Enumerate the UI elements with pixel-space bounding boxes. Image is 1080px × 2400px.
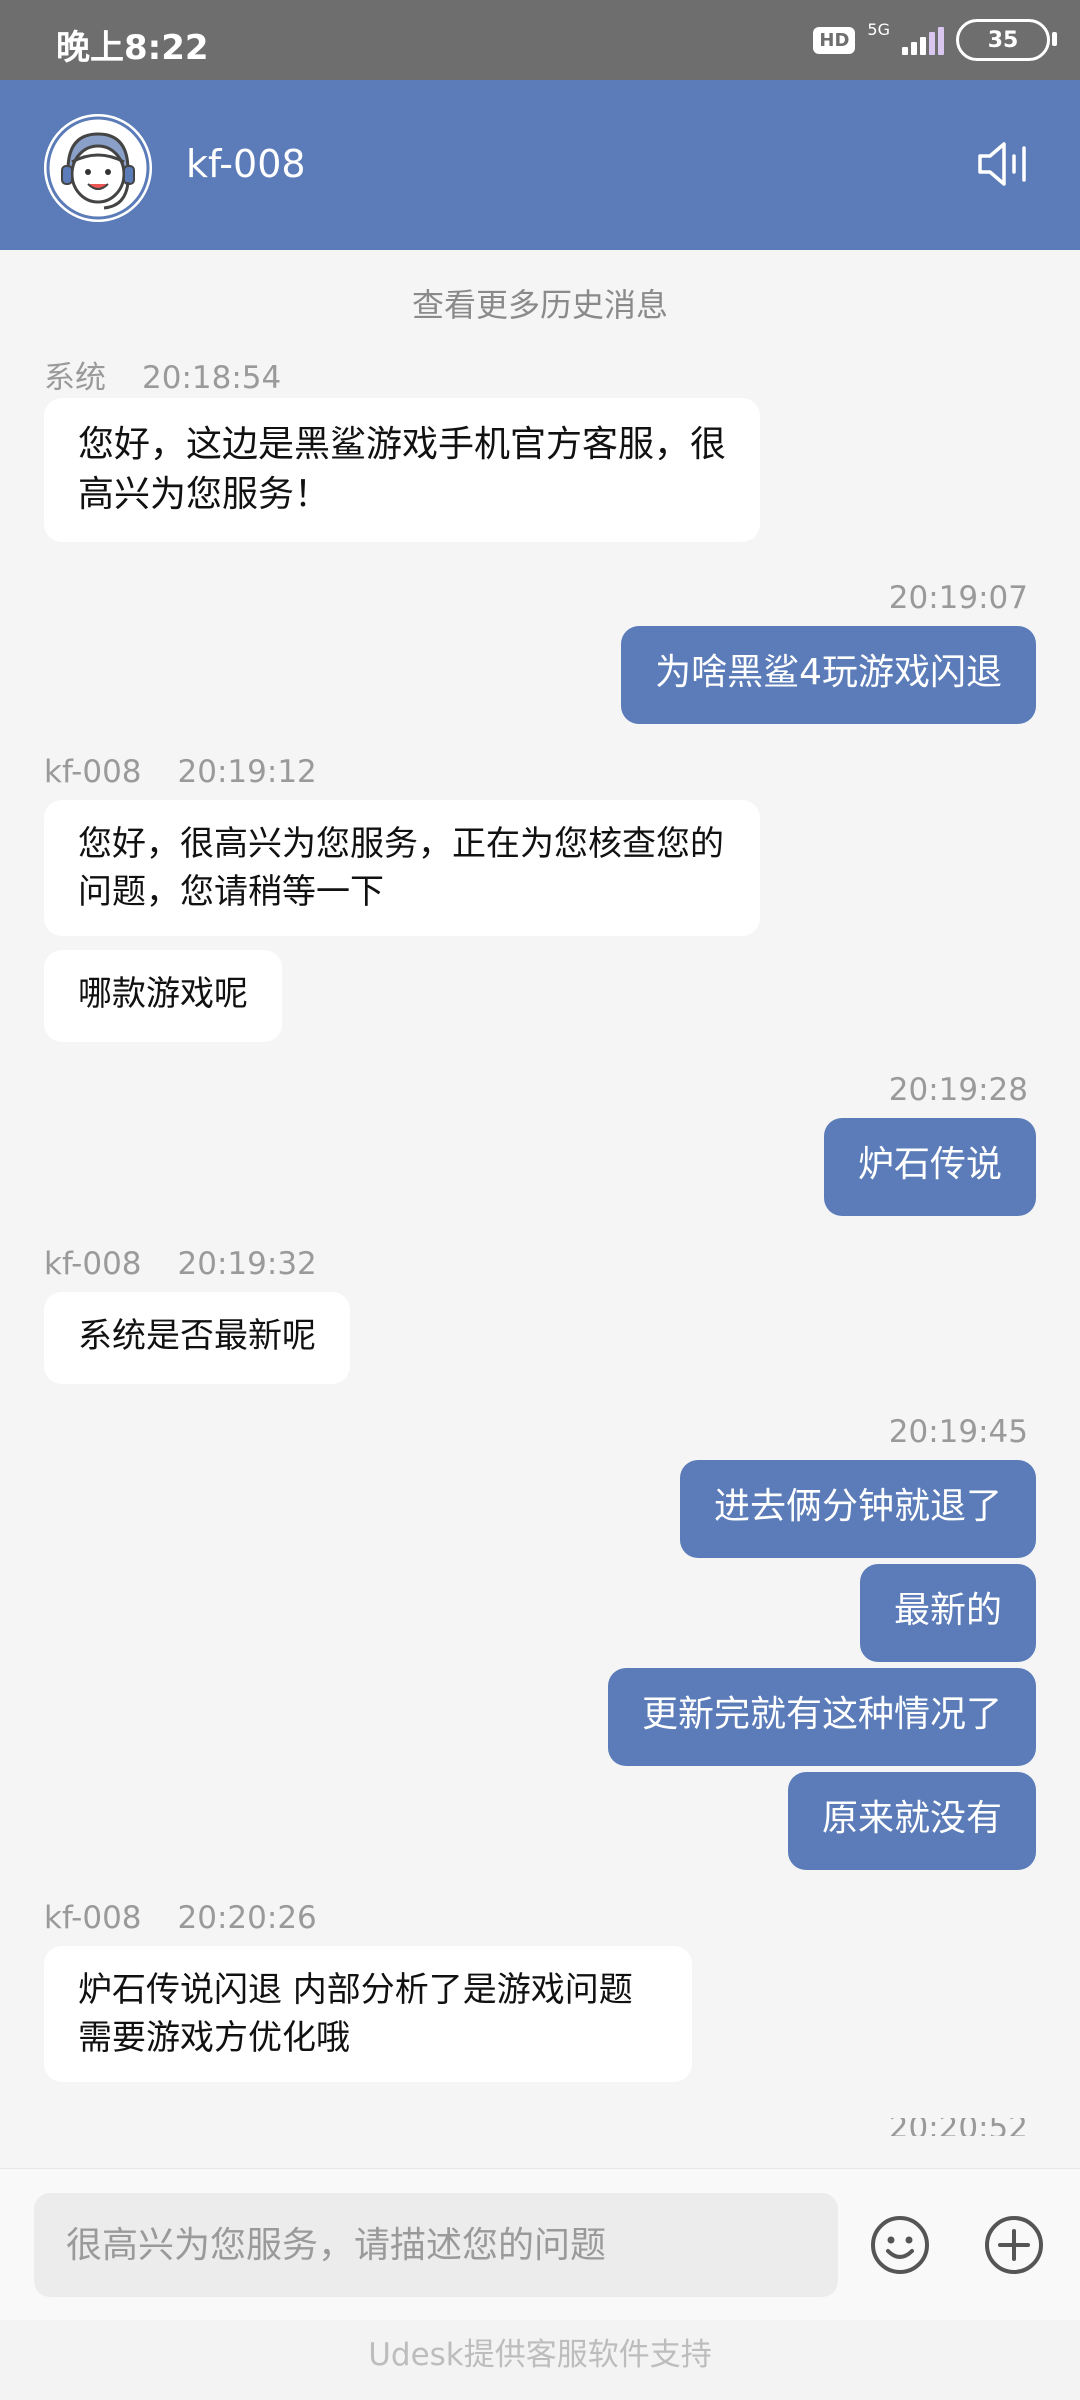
message-time-partial: 20:20:52	[888, 2118, 1028, 2136]
sender-name: kf-008	[44, 754, 142, 790]
user-message: 原来就没有	[787, 1772, 1036, 1870]
speaker-icon[interactable]	[976, 138, 1032, 190]
network-type: 5G	[867, 20, 890, 39]
signal-icon	[902, 25, 944, 55]
agent-message: 您好，这边是黑鲨游戏手机官方客服，很高兴为您服务！	[44, 398, 760, 542]
hd-icon: HD	[813, 26, 856, 54]
user-message: 为啥黑鲨4玩游戏闪退	[621, 626, 1036, 724]
user-message: 炉石传说	[823, 1118, 1036, 1216]
agent-message: 您好，很高兴为您服务，正在为您核查您的问题，您请稍等一下	[44, 800, 760, 936]
message-time: 20:19:28	[888, 1072, 1028, 1108]
chat-header: kf-008	[0, 80, 1080, 250]
message-meta: kf-008 20:20:26	[44, 1900, 317, 1936]
message-time: 20:19:07	[888, 580, 1028, 616]
agent-message: 炉石传说闪退 内部分析了是游戏问题需要游戏方优化哦	[44, 1946, 692, 2082]
battery-icon: 35	[956, 19, 1057, 61]
message-meta: kf-008 20:19:12	[44, 754, 317, 790]
user-message: 更新完就有这种情况了	[607, 1668, 1036, 1766]
history-link[interactable]: 查看更多历史消息	[0, 280, 1080, 326]
footer-credit: Udesk提供客服软件支持	[0, 2320, 1080, 2400]
sender-name: 系统	[44, 360, 106, 396]
status-time: 晚上8:22	[56, 28, 209, 68]
message-meta: 系统 20:18:54	[44, 352, 281, 397]
emoji-icon[interactable]	[868, 2213, 932, 2277]
message-input[interactable]	[34, 2193, 838, 2297]
agent-message: 哪款游戏呢	[44, 950, 282, 1042]
user-message: 进去俩分钟就退了	[679, 1460, 1036, 1558]
input-bar	[0, 2168, 1080, 2321]
message-time: 20:18:54	[142, 360, 282, 396]
sender-name: kf-008	[44, 1900, 142, 1936]
message-meta: kf-008 20:19:32	[44, 1246, 317, 1282]
status-bar: 晚上8:22 HD 5G 35	[0, 0, 1080, 80]
status-icons: HD 5G 35	[813, 16, 1057, 64]
message-time: 20:19:12	[177, 754, 317, 790]
user-message: 最新的	[859, 1564, 1036, 1662]
message-time: 20:20:26	[177, 1900, 317, 1936]
customer-service-avatar-icon[interactable]	[44, 114, 152, 222]
battery-level: 35	[987, 27, 1019, 53]
agent-name: kf-008	[186, 142, 306, 186]
message-time: 20:19:45	[888, 1414, 1028, 1450]
agent-message: 系统是否最新呢	[44, 1292, 350, 1384]
add-icon[interactable]	[982, 2213, 1046, 2277]
sender-name: kf-008	[44, 1246, 142, 1282]
message-time: 20:19:32	[177, 1246, 317, 1282]
